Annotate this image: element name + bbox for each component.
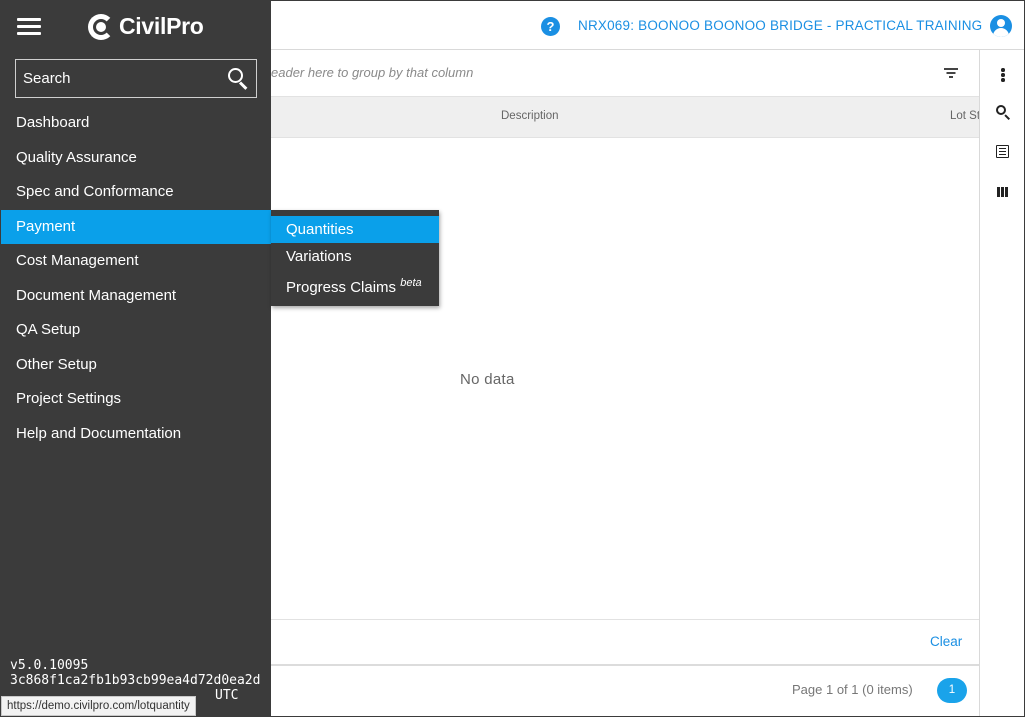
beta-badge: beta xyxy=(400,277,422,289)
clear-button[interactable]: Clear xyxy=(930,634,962,649)
logo-text: CivilPro xyxy=(119,13,204,39)
status-bar-url: https://demo.civilpro.com/lotquantity xyxy=(1,696,196,716)
sidebar-item-quality-assurance[interactable]: Quality Assurance xyxy=(1,141,271,175)
payment-submenu: Quantities Variations Progress Claims be… xyxy=(271,210,439,306)
search-icon[interactable] xyxy=(228,68,250,90)
submenu-item-quantities[interactable]: Quantities xyxy=(271,216,439,243)
user-account-icon[interactable] xyxy=(990,15,1012,37)
submenu-item-variations[interactable]: Variations xyxy=(271,243,439,270)
pagination-info: Page 1 of 1 (0 items) xyxy=(792,682,913,697)
sidebar-item-other-setup[interactable]: Other Setup xyxy=(1,348,271,382)
column-header-lot-status[interactable]: Lot St xyxy=(950,110,979,122)
sidebar-item-qa-setup[interactable]: QA Setup xyxy=(1,313,271,347)
group-by-hint: eader here to group by that column xyxy=(271,65,474,80)
app-window: ? NRX069: BOONOO BOONOO BRIDGE - PRACTIC… xyxy=(0,0,1025,717)
version-number: v5.0.10095 xyxy=(10,658,89,673)
submenu-item-label: Variations xyxy=(286,248,352,265)
group-by-panel: eader here to group by that column xyxy=(271,50,979,96)
project-title[interactable]: NRX069: BOONOO BOONOO BRIDGE - PRACTICAL… xyxy=(578,18,982,33)
empty-state-text: No data xyxy=(460,371,515,388)
submenu-item-label: Quantities xyxy=(286,221,354,238)
divider xyxy=(271,664,979,666)
divider xyxy=(271,619,979,620)
column-header-description[interactable]: Description xyxy=(501,110,559,122)
submenu-item-label: Progress Claims xyxy=(286,279,397,296)
right-toolbar xyxy=(979,50,1024,716)
sidebar-item-help-and-documentation[interactable]: Help and Documentation xyxy=(1,417,271,451)
sidebar-item-cost-management[interactable]: Cost Management xyxy=(1,244,271,278)
help-icon[interactable]: ? xyxy=(541,17,560,36)
page-button-1[interactable]: 1 xyxy=(937,678,967,703)
list-view-icon[interactable] xyxy=(980,138,1024,168)
search-input[interactable] xyxy=(16,60,216,97)
sidebar: CivilPro Dashboard Quality Assurance Spe… xyxy=(1,1,271,716)
sidebar-item-dashboard[interactable]: Dashboard xyxy=(1,106,271,140)
sidebar-search xyxy=(15,59,257,98)
submenu-item-progress-claims[interactable]: Progress Claims beta xyxy=(271,270,439,297)
sidebar-item-payment[interactable]: Payment xyxy=(1,210,271,244)
more-options-icon[interactable] xyxy=(980,58,1024,88)
search-icon[interactable] xyxy=(980,98,1024,128)
hamburger-menu-icon[interactable] xyxy=(17,18,41,36)
version-commit: 3c868f1ca2fb1b93cb99ea4d72d0ea2d xyxy=(10,673,261,688)
sidebar-item-document-management[interactable]: Document Management xyxy=(1,279,271,313)
column-chooser-icon[interactable] xyxy=(980,178,1024,208)
sidebar-item-project-settings[interactable]: Project Settings xyxy=(1,382,271,416)
grid-header-row: Description Lot St xyxy=(271,96,979,138)
sidebar-item-spec-and-conformance[interactable]: Spec and Conformance xyxy=(1,175,271,209)
filter-icon[interactable] xyxy=(943,66,959,80)
